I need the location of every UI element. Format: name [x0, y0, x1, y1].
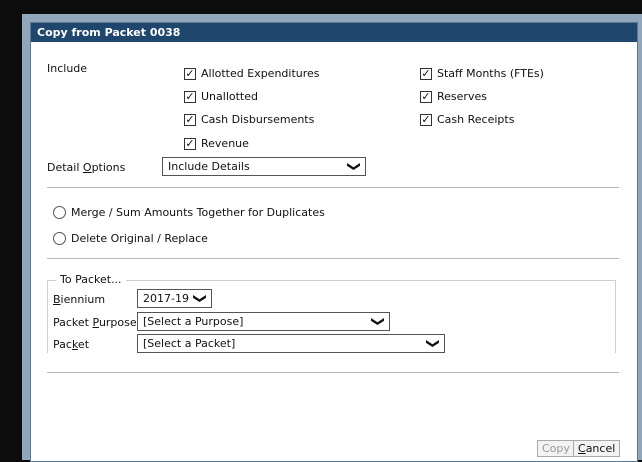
check-mark-icon: ✓ [420, 67, 432, 80]
biennium-value: 2017-19 [143, 292, 189, 305]
checkbox-label: Allotted Expenditures [201, 67, 320, 80]
divider [47, 372, 619, 373]
checkbox-label: Reserves [437, 90, 487, 103]
checkbox-allotted-expenditures[interactable]: ✓ Allotted Expenditures [184, 67, 320, 80]
check-mark-icon: ✓ [184, 90, 196, 103]
checkbox-label: Cash Receipts [437, 113, 515, 126]
cancel-button[interactable]: Cancel [573, 440, 621, 457]
biennium-label: Biennium [53, 293, 106, 306]
packet-label: Packet [53, 338, 90, 351]
radio-circle-icon [53, 206, 66, 219]
check-mark-icon: ✓ [420, 90, 432, 103]
packet-value: [Select a Packet] [143, 337, 236, 350]
radio-circle-icon [53, 232, 66, 245]
packet-purpose-select[interactable]: [Select a Purpose] ❯ [137, 312, 390, 331]
check-mark-icon: ✓ [184, 113, 196, 126]
radio-merge-duplicates[interactable]: Merge / Sum Amounts Together for Duplica… [53, 206, 325, 219]
biennium-select[interactable]: 2017-19 ❯ [137, 289, 212, 308]
include-label: Include [47, 62, 88, 75]
chevron-down-icon: ❯ [346, 161, 362, 172]
copy-button[interactable]: Copy [537, 440, 575, 457]
check-mark-icon: ✓ [184, 137, 196, 150]
chevron-down-icon: ❯ [425, 338, 441, 349]
detail-options-select[interactable]: Include Details ❯ [162, 157, 366, 176]
checkbox-reserves[interactable]: ✓ Reserves [420, 90, 487, 103]
packet-purpose-label: Packet Purpose [53, 316, 137, 329]
checkbox-label: Revenue [201, 137, 249, 150]
checkbox-cash-receipts[interactable]: ✓ Cash Receipts [420, 113, 514, 126]
copy-packet-dialog: Copy from Packet 0038 Include ✓ Allotted… [30, 22, 638, 462]
check-mark-icon: ✓ [420, 113, 432, 126]
checkbox-cash-disbursements[interactable]: ✓ Cash Disbursements [184, 113, 314, 126]
dialog-title: Copy from Packet 0038 [31, 23, 637, 42]
radio-label: Delete Original / Replace [71, 232, 208, 245]
chevron-down-icon: ❯ [192, 293, 208, 304]
checkbox-label: Staff Months (FTEs) [437, 67, 544, 80]
radio-delete-replace[interactable]: Delete Original / Replace [53, 232, 208, 245]
checkbox-label: Cash Disbursements [201, 113, 315, 126]
check-mark-icon: ✓ [184, 67, 196, 80]
checkbox-revenue[interactable]: ✓ Revenue [184, 137, 249, 150]
checkbox-staff-months[interactable]: ✓ Staff Months (FTEs) [420, 67, 544, 80]
radio-label: Merge / Sum Amounts Together for Duplica… [71, 206, 325, 219]
checkbox-unallotted[interactable]: ✓ Unallotted [184, 90, 258, 103]
to-packet-legend: To Packet... [56, 273, 126, 286]
divider [47, 187, 619, 188]
detail-options-label: Detail Options [47, 161, 126, 174]
detail-options-value: Include Details [168, 160, 250, 173]
divider [47, 258, 619, 259]
chevron-down-icon: ❯ [370, 316, 386, 327]
packet-purpose-value: [Select a Purpose] [143, 315, 244, 328]
packet-select[interactable]: [Select a Packet] ❯ [137, 334, 445, 353]
checkbox-label: Unallotted [201, 90, 258, 103]
